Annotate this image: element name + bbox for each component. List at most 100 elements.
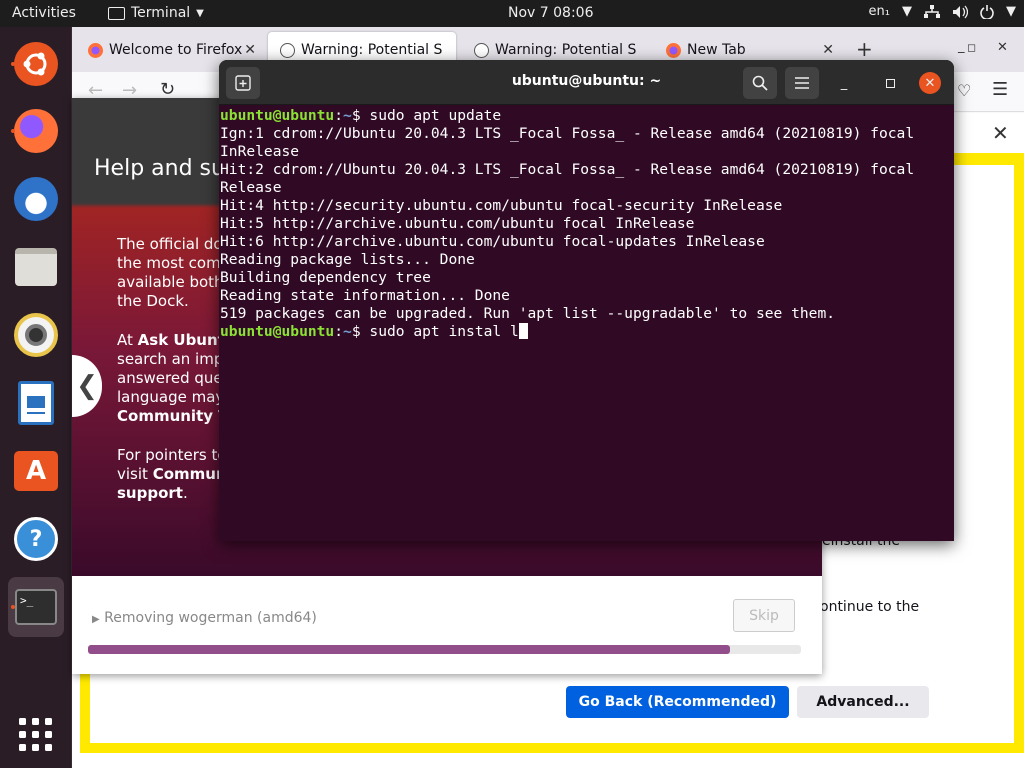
new-tab-icon[interactable]: + — [856, 37, 873, 61]
writer-icon — [18, 381, 54, 425]
text-bold: support — [117, 484, 183, 502]
skip-button[interactable]: Skip — [733, 599, 795, 632]
text-bold: Community T — [117, 407, 229, 425]
search-icon — [752, 75, 768, 91]
dock: A ? >_ — [0, 27, 72, 768]
output-line: Building dependency tree — [220, 269, 431, 286]
minimize-icon[interactable]: _ — [958, 39, 965, 54]
dock-rhythmbox[interactable] — [8, 307, 64, 363]
tab-label: Warning: Potential S — [301, 42, 443, 58]
prompt-line: ubuntu@ubuntu:~$ sudo apt instal l — [220, 323, 945, 341]
progress-fill — [88, 645, 730, 654]
text-line: language may — [117, 388, 225, 406]
maximize-button[interactable] — [879, 72, 901, 94]
close-icon[interactable]: ✕ — [992, 121, 1009, 145]
close-icon[interactable]: ✕ — [997, 40, 1008, 55]
dock-writer[interactable] — [8, 375, 64, 431]
prompt-user: ubuntu@ubuntu — [220, 107, 335, 124]
reload-icon[interactable]: ↻ — [160, 79, 175, 100]
chevron-down-icon: ▼ — [1006, 4, 1016, 19]
dock-terminal[interactable]: >_ — [8, 577, 64, 637]
running-indicator — [11, 62, 15, 66]
chevron-down-icon: ▼ — [902, 4, 912, 19]
maximize-icon — [885, 78, 895, 88]
chevron-right-icon[interactable]: ▶ — [92, 614, 100, 625]
advanced-button[interactable]: Advanced... — [797, 686, 929, 718]
page-text: ontinue to the — [820, 599, 920, 615]
output-line: Release — [220, 179, 282, 196]
progress-bar — [88, 645, 801, 654]
firefox-icon — [88, 42, 103, 58]
dock-firefox[interactable] — [8, 103, 64, 159]
slide-title: Help and su — [94, 156, 225, 181]
thunderbird-icon — [14, 177, 58, 221]
go-back-button[interactable]: Go Back (Recommended) — [566, 686, 789, 718]
dock-ubuntu[interactable] — [8, 36, 64, 92]
tab-label: Warning: Potential S — [495, 42, 637, 58]
app-menu[interactable]: Terminal ▼ — [108, 5, 204, 21]
output-line: Reading state information... Done — [220, 287, 510, 304]
hamburger-icon — [795, 77, 809, 89]
output-line: 519 packages can be upgraded. Run 'apt l… — [220, 305, 836, 322]
dock-software[interactable]: A — [8, 443, 64, 499]
close-icon[interactable]: ✕ — [244, 42, 256, 58]
dock-help[interactable]: ? — [8, 511, 64, 567]
dock-thunderbird[interactable] — [8, 171, 64, 227]
show-applications-button[interactable] — [8, 707, 64, 763]
close-icon[interactable]: ✕ — [822, 42, 834, 58]
status-label: Removing wogerman (amd64) — [104, 610, 317, 626]
help-icon: ? — [14, 517, 58, 561]
previous-slide-button[interactable]: ❮ — [72, 355, 102, 417]
menu-button[interactable] — [785, 67, 819, 99]
text-line: available both — [117, 273, 224, 291]
volume-icon — [953, 5, 968, 18]
system-tray[interactable]: en₁ ▼ ▼ — [869, 4, 1016, 19]
output-line: Hit:2 cdrom://Ubuntu 20.04.3 LTS _Focal … — [220, 161, 915, 178]
files-icon — [15, 248, 57, 286]
terminal-icon: >_ — [15, 589, 57, 625]
text-line: For pointers to — [117, 446, 227, 464]
close-button[interactable]: ✕ — [919, 72, 941, 94]
new-tab-button[interactable] — [226, 67, 260, 99]
scrollbar[interactable] — [946, 107, 954, 541]
language-indicator[interactable]: en₁ — [869, 4, 890, 19]
text-bold: Ask Ubunt — [137, 331, 225, 349]
top-bar: Activities Terminal ▼ Nov 7 08:06 en₁ ▼ … — [0, 0, 1024, 27]
close-icon: ✕ — [924, 75, 936, 91]
running-indicator — [11, 605, 15, 609]
restore-icon[interactable]: ◻ — [967, 41, 976, 54]
rhythmbox-icon — [14, 313, 58, 357]
menu-icon[interactable]: ☰ — [992, 79, 1008, 100]
clock[interactable]: Nov 7 08:06 — [508, 5, 593, 21]
terminal-output[interactable]: ubuntu@ubuntu:~$ sudo apt update Ign:1 cd… — [220, 107, 945, 341]
terminal-window: ubuntu@ubuntu: ~ _ ✕ ubuntu@ubuntu:~$ su… — [219, 60, 954, 541]
app-menu-label: Terminal — [131, 5, 191, 21]
dock-files[interactable] — [8, 239, 64, 295]
pocket-icon[interactable]: ♡ — [957, 81, 971, 100]
text-line: the Dock. — [117, 292, 189, 310]
terminal-headerbar: ubuntu@ubuntu: ~ _ ✕ — [219, 60, 954, 105]
search-button[interactable] — [743, 67, 777, 99]
minimize-icon: _ — [840, 75, 848, 91]
text-line: At — [117, 331, 138, 349]
text-line: The official do — [117, 235, 223, 253]
command-input: sudo apt instal l — [369, 323, 519, 340]
minimize-button[interactable]: _ — [833, 72, 855, 94]
running-indicator — [11, 129, 15, 133]
prompt-path: ~ — [343, 107, 352, 124]
text-cursor — [518, 323, 528, 339]
software-icon: A — [14, 451, 58, 491]
firefox-icon — [14, 109, 58, 153]
activities-button[interactable]: Activities — [12, 5, 76, 21]
prompt-path: ~ — [343, 323, 352, 340]
prompt-line: ubuntu@ubuntu:~$ sudo apt update — [220, 107, 502, 124]
output-line: Hit:5 http://archive.ubuntu.com/ubuntu f… — [220, 215, 695, 232]
command-text: sudo apt update — [369, 107, 502, 124]
install-status: ▶ Removing wogerman (amd64) — [92, 610, 317, 626]
text-line: search an impr — [117, 350, 230, 368]
output-line: Ign:1 cdrom://Ubuntu 20.04.3 LTS _Focal … — [220, 125, 915, 142]
output-line: Reading package lists... Done — [220, 251, 475, 268]
tab-label: New Tab — [687, 42, 746, 58]
output-line: Hit:6 http://archive.ubuntu.com/ubuntu f… — [220, 233, 765, 250]
chevron-left-icon: ❮ — [76, 371, 98, 401]
